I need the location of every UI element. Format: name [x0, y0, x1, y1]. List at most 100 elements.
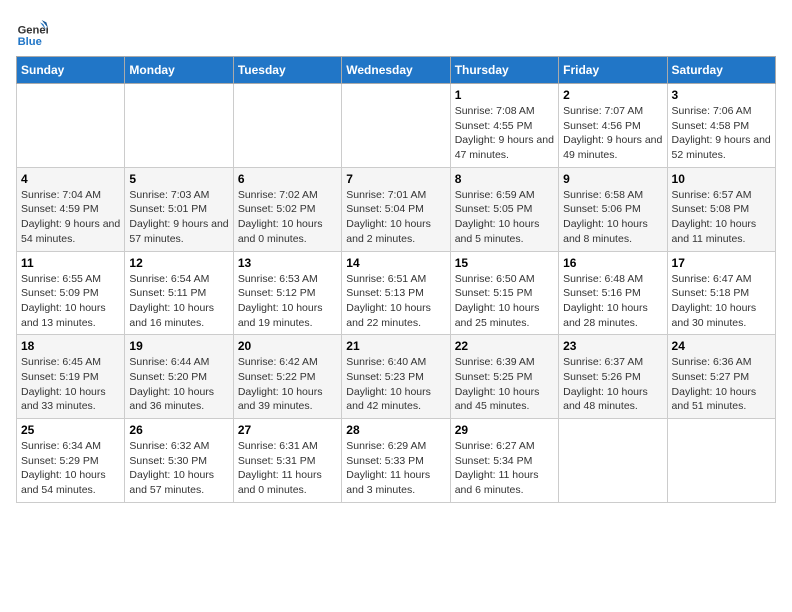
day-number: 22 [455, 339, 554, 353]
day-number: 11 [21, 256, 120, 270]
day-number: 20 [238, 339, 337, 353]
day-number: 18 [21, 339, 120, 353]
day-header-friday: Friday [559, 57, 667, 84]
calendar-week-1: 1Sunrise: 7:08 AMSunset: 4:55 PMDaylight… [17, 84, 776, 168]
day-info: Sunrise: 7:03 AMSunset: 5:01 PMDaylight:… [129, 188, 228, 247]
calendar-week-4: 18 Sunrise: 6:45 AMSunset: 5:19 PMDayligh… [17, 335, 776, 419]
day-header-monday: Monday [125, 57, 233, 84]
day-info: Sunrise: 6:47 AMSunset: 5:18 PMDaylight:… [672, 272, 771, 331]
calendar-header-row: SundayMondayTuesdayWednesdayThursdayFrid… [17, 57, 776, 84]
calendar-cell: 22 Sunrise: 6:39 AMSunset: 5:25 PMDayligh… [450, 335, 558, 419]
day-header-sunday: Sunday [17, 57, 125, 84]
logo-icon: General Blue [16, 16, 48, 48]
day-number: 28 [346, 423, 445, 437]
calendar-cell: 25 Sunrise: 6:34 AMSunset: 5:29 PMDayligh… [17, 419, 125, 503]
day-number: 10 [672, 172, 771, 186]
logo: General Blue [16, 16, 52, 48]
day-info: Sunrise: 7:02 AMSunset: 5:02 PMDaylight:… [238, 188, 337, 247]
header: General Blue [16, 16, 776, 48]
calendar-cell: 8 Sunrise: 6:59 AMSunset: 5:05 PMDaylight… [450, 167, 558, 251]
day-info: Sunrise: 6:32 AMSunset: 5:30 PMDaylight:… [129, 439, 228, 498]
calendar-cell: 4 Sunrise: 7:04 AMSunset: 4:59 PMDaylight… [17, 167, 125, 251]
calendar-cell: 29Sunrise: 6:27 AMSunset: 5:34 PMDayligh… [450, 419, 558, 503]
day-info: Sunrise: 7:08 AMSunset: 4:55 PMDaylight:… [455, 104, 554, 163]
day-number: 21 [346, 339, 445, 353]
calendar-cell: 19Sunrise: 6:44 AMSunset: 5:20 PMDayligh… [125, 335, 233, 419]
calendar-cell: 11 Sunrise: 6:55 AMSunset: 5:09 PMDayligh… [17, 251, 125, 335]
day-number: 14 [346, 256, 445, 270]
day-number: 2 [563, 88, 662, 102]
day-info: Sunrise: 6:58 AMSunset: 5:06 PMDaylight:… [563, 188, 662, 247]
day-number: 23 [563, 339, 662, 353]
day-header-saturday: Saturday [667, 57, 775, 84]
day-info: Sunrise: 7:04 AMSunset: 4:59 PMDaylight:… [21, 188, 120, 247]
calendar-cell: 17 Sunrise: 6:47 AMSunset: 5:18 PMDayligh… [667, 251, 775, 335]
day-number: 9 [563, 172, 662, 186]
day-number: 7 [346, 172, 445, 186]
day-info: Sunrise: 6:40 AMSunset: 5:23 PMDaylight:… [346, 355, 445, 414]
day-info: Sunrise: 6:55 AMSunset: 5:09 PMDaylight:… [21, 272, 120, 331]
calendar-cell [667, 419, 775, 503]
day-number: 8 [455, 172, 554, 186]
day-number: 27 [238, 423, 337, 437]
day-header-wednesday: Wednesday [342, 57, 450, 84]
calendar-cell: 15 Sunrise: 6:50 AMSunset: 5:15 PMDayligh… [450, 251, 558, 335]
calendar-cell: 18 Sunrise: 6:45 AMSunset: 5:19 PMDayligh… [17, 335, 125, 419]
day-info: Sunrise: 6:37 AMSunset: 5:26 PMDaylight:… [563, 355, 662, 414]
day-info: Sunrise: 6:36 AMSunset: 5:27 PMDaylight:… [672, 355, 771, 414]
day-info: Sunrise: 6:48 AMSunset: 5:16 PMDaylight:… [563, 272, 662, 331]
day-info: Sunrise: 6:42 AMSunset: 5:22 PMDaylight:… [238, 355, 337, 414]
calendar-cell [559, 419, 667, 503]
day-number: 5 [129, 172, 228, 186]
day-info: Sunrise: 6:51 AMSunset: 5:13 PMDaylight:… [346, 272, 445, 331]
calendar-cell: 23 Sunrise: 6:37 AMSunset: 5:26 PMDayligh… [559, 335, 667, 419]
day-number: 25 [21, 423, 120, 437]
calendar-cell: 26 Sunrise: 6:32 AMSunset: 5:30 PMDayligh… [125, 419, 233, 503]
calendar-cell: 1Sunrise: 7:08 AMSunset: 4:55 PMDaylight… [450, 84, 558, 168]
calendar-cell: 14 Sunrise: 6:51 AMSunset: 5:13 PMDayligh… [342, 251, 450, 335]
day-number: 17 [672, 256, 771, 270]
day-info: Sunrise: 6:45 AMSunset: 5:19 PMDaylight:… [21, 355, 120, 414]
day-header-thursday: Thursday [450, 57, 558, 84]
calendar-body: 1Sunrise: 7:08 AMSunset: 4:55 PMDaylight… [17, 84, 776, 503]
day-info: Sunrise: 6:29 AMSunset: 5:33 PMDaylight:… [346, 439, 445, 498]
calendar-cell: 10 Sunrise: 6:57 AMSunset: 5:08 PMDayligh… [667, 167, 775, 251]
calendar-table: SundayMondayTuesdayWednesdayThursdayFrid… [16, 56, 776, 503]
calendar-cell: 12 Sunrise: 6:54 AMSunset: 5:11 PMDayligh… [125, 251, 233, 335]
calendar-cell: 6 Sunrise: 7:02 AMSunset: 5:02 PMDaylight… [233, 167, 341, 251]
day-info: Sunrise: 6:54 AMSunset: 5:11 PMDaylight:… [129, 272, 228, 331]
day-number: 12 [129, 256, 228, 270]
day-number: 24 [672, 339, 771, 353]
calendar-cell: 7 Sunrise: 7:01 AMSunset: 5:04 PMDaylight… [342, 167, 450, 251]
day-number: 4 [21, 172, 120, 186]
day-info: Sunrise: 6:53 AMSunset: 5:12 PMDaylight:… [238, 272, 337, 331]
calendar-cell [342, 84, 450, 168]
calendar-cell [17, 84, 125, 168]
calendar-cell: 5 Sunrise: 7:03 AMSunset: 5:01 PMDaylight… [125, 167, 233, 251]
day-number: 13 [238, 256, 337, 270]
calendar-cell: 24 Sunrise: 6:36 AMSunset: 5:27 PMDayligh… [667, 335, 775, 419]
day-number: 19 [129, 339, 228, 353]
calendar-cell: 27Sunrise: 6:31 AMSunset: 5:31 PMDayligh… [233, 419, 341, 503]
day-info: Sunrise: 7:07 AMSunset: 4:56 PMDaylight:… [563, 104, 662, 163]
calendar-week-5: 25 Sunrise: 6:34 AMSunset: 5:29 PMDayligh… [17, 419, 776, 503]
day-number: 26 [129, 423, 228, 437]
day-info: Sunrise: 6:59 AMSunset: 5:05 PMDaylight:… [455, 188, 554, 247]
day-info: Sunrise: 6:57 AMSunset: 5:08 PMDaylight:… [672, 188, 771, 247]
calendar-cell: 16 Sunrise: 6:48 AMSunset: 5:16 PMDayligh… [559, 251, 667, 335]
day-number: 6 [238, 172, 337, 186]
calendar-week-3: 11 Sunrise: 6:55 AMSunset: 5:09 PMDayligh… [17, 251, 776, 335]
calendar-cell: 13 Sunrise: 6:53 AMSunset: 5:12 PMDayligh… [233, 251, 341, 335]
day-info: Sunrise: 6:34 AMSunset: 5:29 PMDaylight:… [21, 439, 120, 498]
calendar-cell: 2 Sunrise: 7:07 AMSunset: 4:56 PMDaylight… [559, 84, 667, 168]
day-info: Sunrise: 7:06 AMSunset: 4:58 PMDaylight:… [672, 104, 771, 163]
calendar-cell: 20 Sunrise: 6:42 AMSunset: 5:22 PMDayligh… [233, 335, 341, 419]
day-info: Sunrise: 6:27 AMSunset: 5:34 PMDaylight:… [455, 439, 554, 498]
day-number: 16 [563, 256, 662, 270]
calendar-cell: 21 Sunrise: 6:40 AMSunset: 5:23 PMDayligh… [342, 335, 450, 419]
day-info: Sunrise: 7:01 AMSunset: 5:04 PMDaylight:… [346, 188, 445, 247]
calendar-cell: 28 Sunrise: 6:29 AMSunset: 5:33 PMDayligh… [342, 419, 450, 503]
day-info: Sunrise: 6:50 AMSunset: 5:15 PMDaylight:… [455, 272, 554, 331]
day-number: 15 [455, 256, 554, 270]
day-info: Sunrise: 6:39 AMSunset: 5:25 PMDaylight:… [455, 355, 554, 414]
